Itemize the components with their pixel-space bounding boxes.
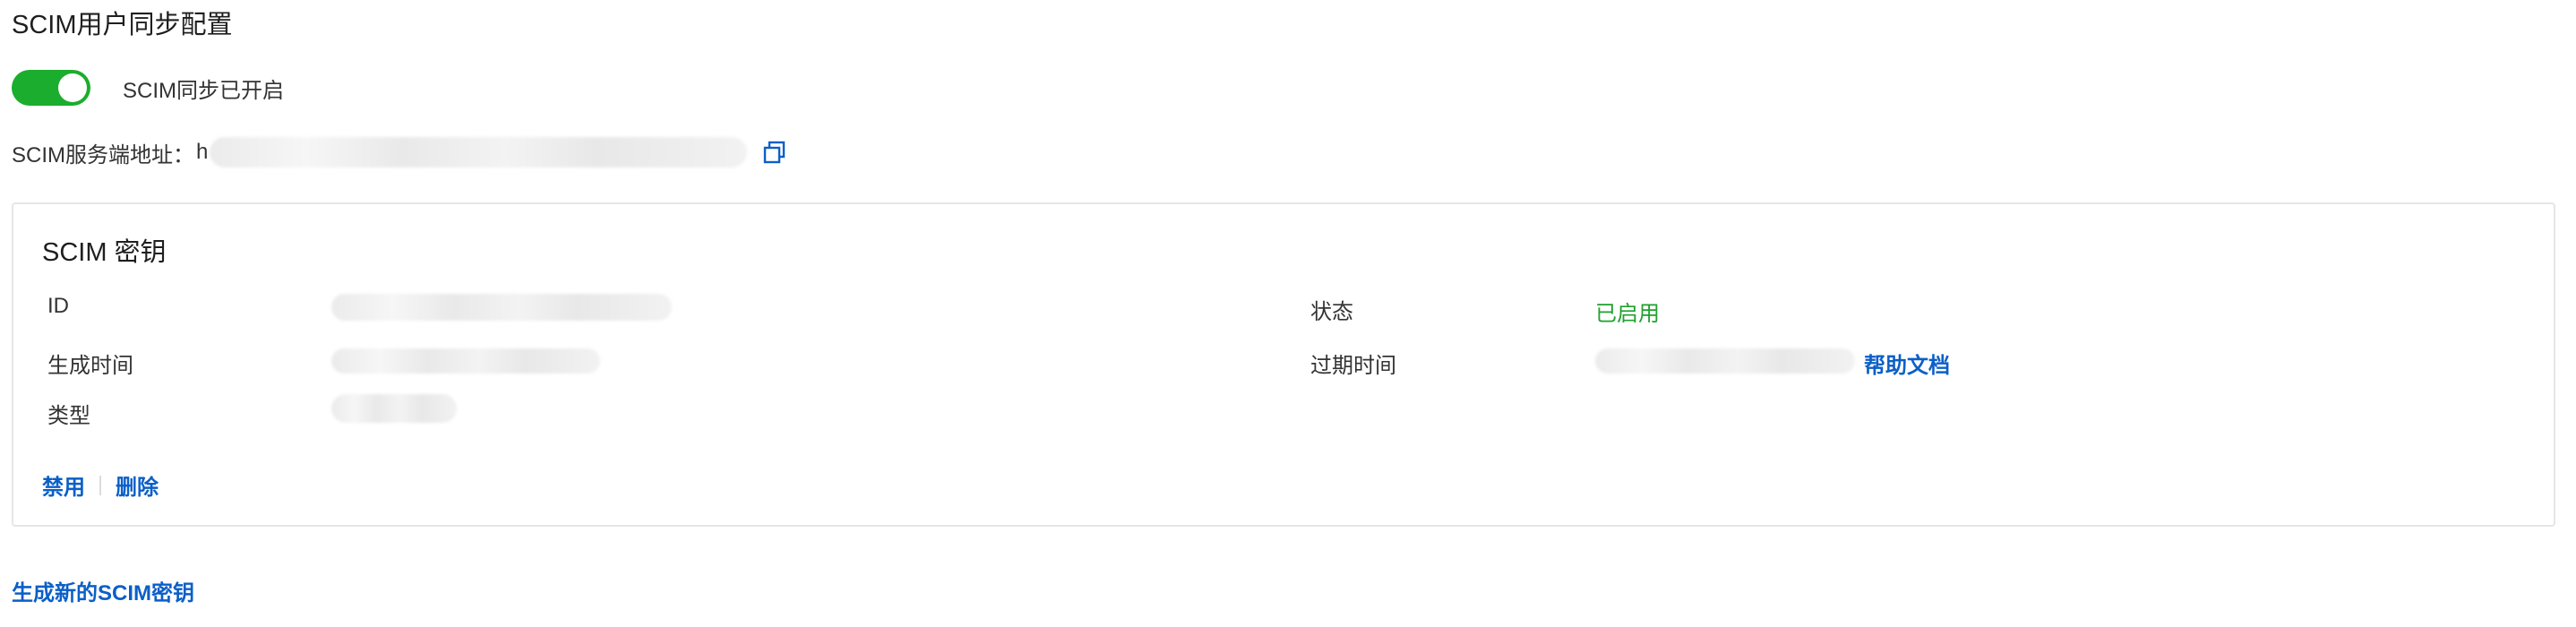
switch-knob bbox=[58, 73, 87, 102]
sync-status-label: SCIM同步已开启 bbox=[123, 78, 284, 103]
created-value-redacted bbox=[331, 348, 600, 374]
generate-key-link[interactable]: 生成新的SCIM密钥 bbox=[12, 575, 194, 606]
scim-sync-switch[interactable] bbox=[12, 70, 90, 106]
help-doc-link[interactable]: 帮助文档 bbox=[1864, 348, 1950, 379]
expire-label: 过期时间 bbox=[1310, 354, 1396, 378]
server-url-redacted bbox=[210, 137, 748, 167]
server-url-row: SCIM服务端地址： h bbox=[12, 134, 786, 170]
scim-key-card: SCIM 密钥 ID 生成时间 类型 状态 已启用 过期时间 帮助文档 禁用 删… bbox=[12, 202, 2555, 527]
key-actions: 禁用 删除 bbox=[42, 469, 159, 501]
delete-button[interactable]: 删除 bbox=[116, 469, 159, 501]
page-title: SCIM用户同步配置 bbox=[12, 11, 233, 39]
sync-toggle-row: SCIM同步已开启 bbox=[12, 70, 284, 106]
copy-icon[interactable] bbox=[763, 141, 786, 164]
server-url-label: SCIM服务端地址： bbox=[12, 142, 194, 167]
expire-value-redacted bbox=[1595, 348, 1855, 374]
status-label: 状态 bbox=[1310, 300, 1353, 324]
id-value-redacted bbox=[331, 294, 672, 321]
scim-config-page: SCIM用户同步配置 SCIM同步已开启 SCIM服务端地址： h SCIM 密… bbox=[0, 0, 2576, 627]
disable-button[interactable]: 禁用 bbox=[42, 469, 85, 501]
type-label: 类型 bbox=[47, 404, 90, 428]
created-label: 生成时间 bbox=[47, 354, 133, 378]
id-label: ID bbox=[47, 294, 69, 318]
status-value: 已启用 bbox=[1595, 302, 1660, 326]
copy-icon-glyph bbox=[764, 141, 786, 164]
action-divider bbox=[99, 475, 101, 495]
type-value-redacted bbox=[331, 394, 457, 423]
server-url-prefix: h bbox=[196, 140, 209, 164]
key-card-title: SCIM 密钥 bbox=[42, 238, 167, 267]
